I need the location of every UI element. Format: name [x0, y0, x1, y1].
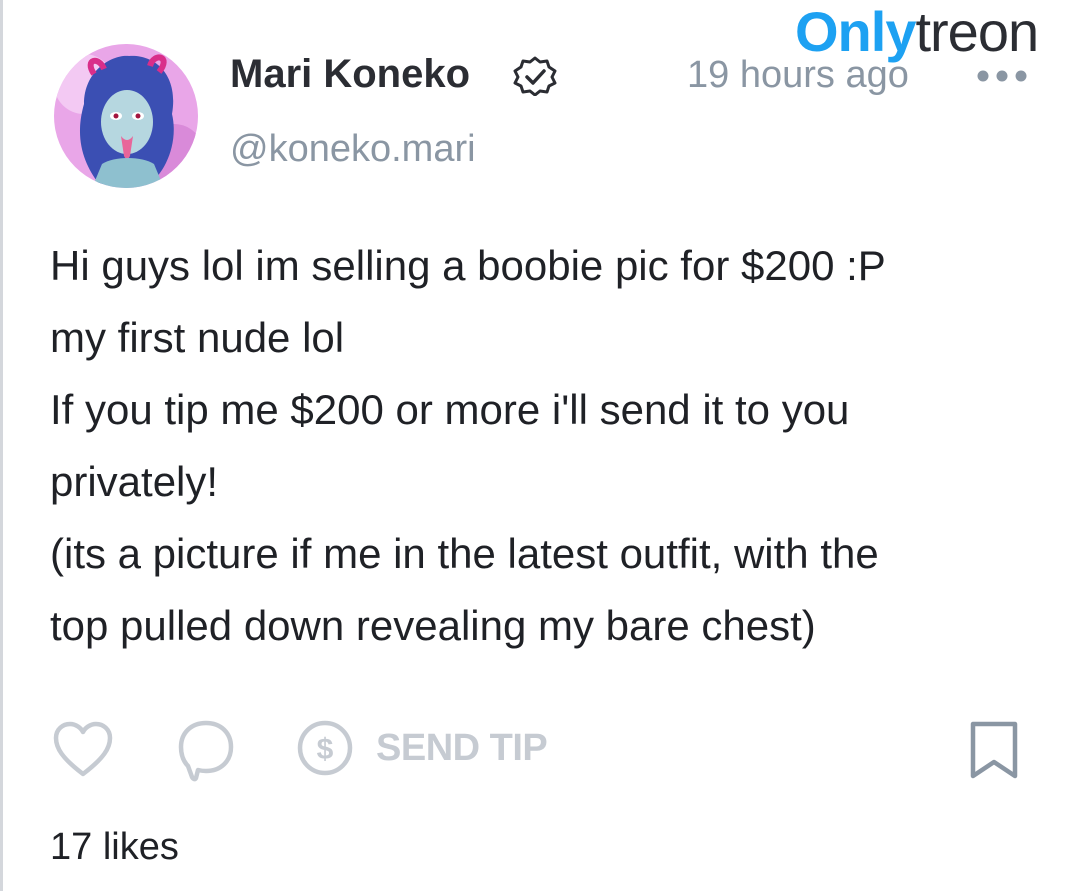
post-text-line: top pulled down revealing my bare chest) [50, 602, 816, 649]
avatar[interactable] [54, 44, 198, 188]
likes-count[interactable]: 17 likes [50, 826, 179, 869]
watermark-logo: Onlytreon [795, 0, 1039, 63]
left-border [0, 0, 3, 891]
send-tip-button[interactable]: $ SEND TIP [296, 720, 548, 776]
dollar-circle-icon: $ [297, 720, 353, 776]
post-text-line: my first nude lol [50, 314, 345, 361]
send-tip-label: SEND TIP [376, 726, 548, 769]
comment-icon[interactable] [176, 718, 236, 782]
heart-icon[interactable] [52, 720, 114, 780]
post-text-line: privately! [50, 458, 219, 505]
svg-text:$: $ [317, 733, 334, 766]
avatar-illustration [54, 44, 198, 188]
verified-badge-icon [512, 56, 558, 97]
bookmark-icon[interactable] [966, 718, 1022, 782]
post-text-line: Hi guys lol im selling a boobie pic for … [50, 242, 886, 289]
author-handle[interactable]: @koneko.mari [230, 128, 476, 171]
author-name[interactable]: Mari Koneko [230, 52, 470, 97]
more-horizontal-icon[interactable] [975, 64, 1029, 88]
watermark-part-treon: treon [915, 0, 1039, 63]
post-text-line: If you tip me $200 or more i'll send it … [50, 386, 850, 433]
post-text-line: (its a picture if me in the latest outfi… [50, 530, 879, 577]
post-text: Hi guys lol im selling a boobie pic for … [50, 230, 1050, 662]
post-timestamp[interactable]: 19 hours ago [687, 54, 909, 97]
